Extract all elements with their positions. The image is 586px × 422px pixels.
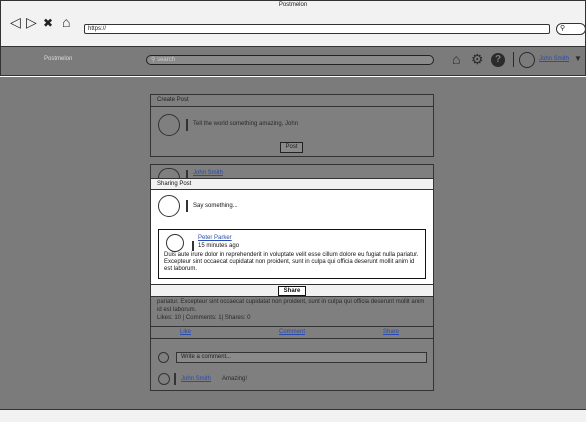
like-button[interactable]: Like [180, 329, 191, 335]
share-message-input[interactable]: Say something... [193, 203, 238, 209]
comment-button[interactable]: Comment [279, 329, 305, 335]
forward-arrow-icon[interactable]: ▷ [26, 15, 37, 29]
window-title: Postmelon [278, 2, 308, 8]
search-placeholder: search [157, 57, 176, 63]
text-cursor [186, 119, 188, 131]
search-icon: ⚲ [560, 25, 566, 32]
create-post-input[interactable]: Tell the world something amazing, John [193, 121, 298, 127]
avatar [158, 114, 180, 136]
gear-icon[interactable]: ⚙ [471, 52, 484, 66]
question-icon[interactable]: ? [491, 53, 505, 67]
avatar [158, 352, 169, 363]
home-outline-icon[interactable]: ⌂ [62, 15, 70, 29]
search-input[interactable]: ⚲ search [146, 55, 434, 65]
home-icon[interactable]: ⌂ [452, 52, 460, 66]
share-button[interactable]: Share [383, 329, 399, 335]
modal-title: Sharing Post [150, 178, 434, 190]
nav-divider [513, 52, 514, 67]
post-body-text: pariatur. Excepteur sint occaecat cupida… [157, 299, 425, 313]
browser-footer [0, 409, 586, 422]
create-post-title: Create Post [157, 97, 189, 103]
avatar [158, 195, 180, 217]
avatar[interactable] [519, 52, 535, 68]
quoted-author-link[interactable]: Peter Parker [198, 235, 232, 241]
create-post-header [150, 94, 434, 107]
text-cursor [192, 241, 194, 251]
search-icon: ⚲ [151, 57, 156, 63]
share-submit-button[interactable]: Share [278, 286, 306, 296]
url-bar[interactable]: https:// [84, 24, 550, 34]
comment-author-link[interactable]: John Smith [181, 376, 211, 382]
quoted-text: Duis aute irure dolor in reprehenderit i… [164, 252, 419, 272]
comment-placeholder: Write a comment... [181, 354, 232, 360]
post-stats: Likes: 10 | Comments: 1| Shares: 0 [157, 315, 251, 321]
back-arrow-icon[interactable]: ◁ [10, 15, 21, 29]
comment-text: Amazing! [222, 376, 248, 382]
post-button[interactable]: Post [280, 142, 303, 153]
comment-input[interactable]: Write a comment... [176, 352, 427, 363]
post-author-link[interactable]: John Smith [193, 170, 223, 176]
quoted-timestamp: 15 minutes ago [198, 243, 240, 249]
browser-search-button[interactable]: ⚲ [556, 23, 586, 35]
avatar [166, 234, 184, 252]
avatar [158, 373, 170, 385]
chevron-down-icon[interactable]: ▼ [574, 54, 582, 63]
text-cursor [186, 200, 188, 212]
user-name-link[interactable]: John Smith [539, 56, 569, 62]
app-title: Postmelon [44, 56, 73, 62]
close-icon[interactable]: ✖ [43, 16, 53, 30]
text-cursor [186, 170, 188, 178]
text-cursor [174, 373, 176, 385]
